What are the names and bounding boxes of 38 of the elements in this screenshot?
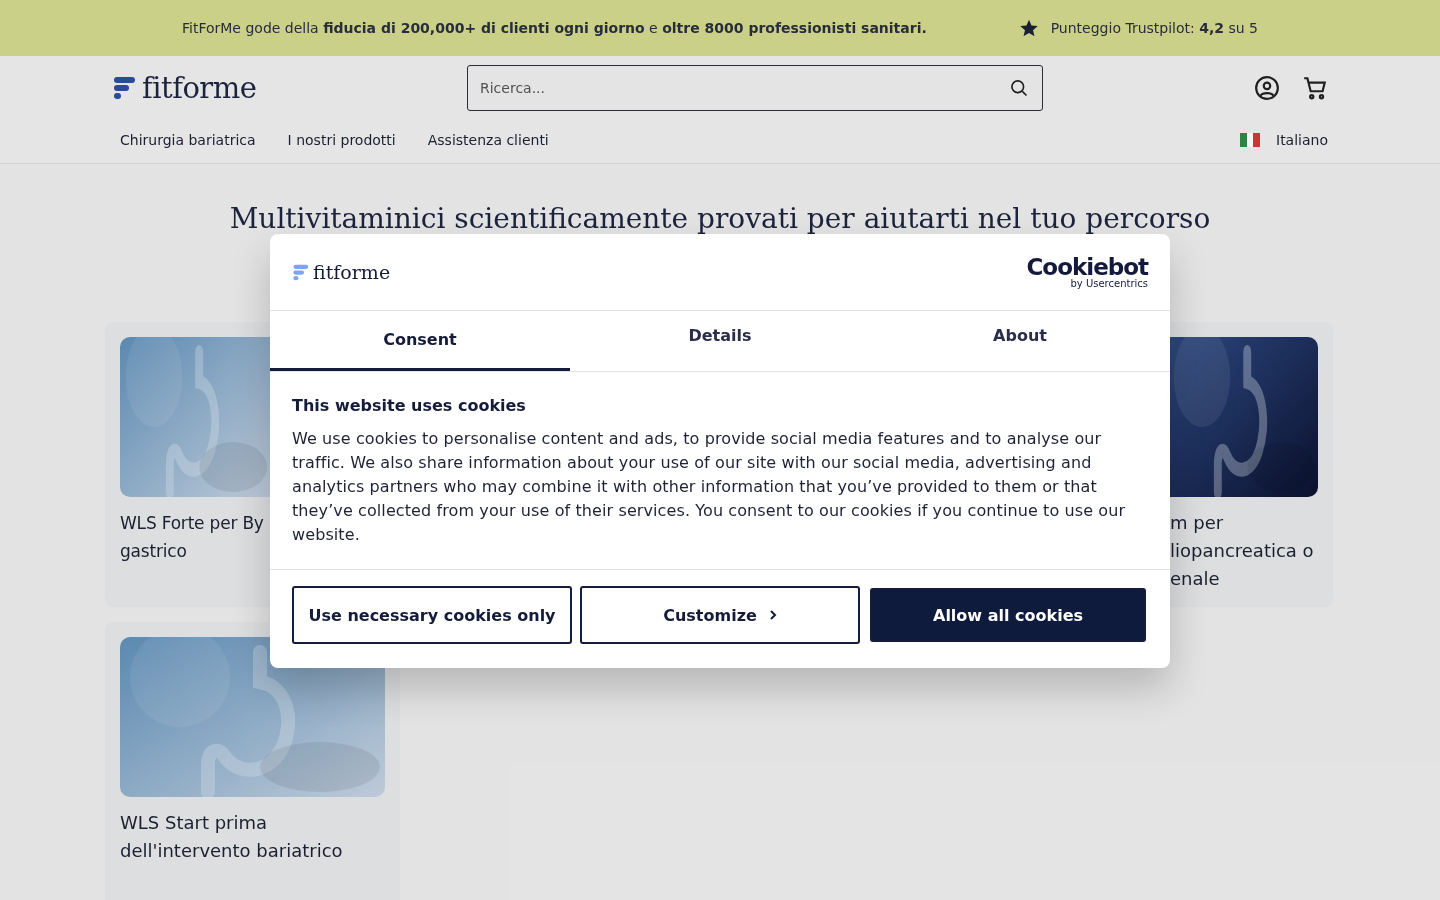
product-title: dell'intervento bariatrico <box>120 839 344 863</box>
star-icon <box>1018 18 1039 38</box>
trustpilot-rating: Punteggio Trustpilot: 4,2 su 5 <box>1050 20 1258 36</box>
product-title: liopancreatica o <box>1170 539 1315 563</box>
product-card[interactable]: m per liopancreatica o enale <box>1168 322 1333 607</box>
customize-button[interactable]: Customize <box>580 586 860 644</box>
dialog-text: We use cookies to personalise content and ads, to provide social media features and to analyse our traffic. We also share information about your use of our site with our social media, advertising and analytics partners who may combine it with other information that you’ve provided to them or that they’ve collected from your use of their services. You consent to our cookies if you continue to use our website. <box>292 428 1127 546</box>
nav-link[interactable]: Assistenza clienti <box>427 132 549 148</box>
allow-all-button[interactable]: Allow all cookies <box>870 588 1146 642</box>
account-icon[interactable] <box>1254 75 1280 101</box>
product-title: WLS Forte per By <box>120 512 265 535</box>
search-icon[interactable] <box>1009 78 1029 98</box>
provider-logo: Cookiebot <box>1026 255 1148 279</box>
language-selector[interactable]: Italiano <box>1276 132 1328 148</box>
italian-flag-icon <box>1240 133 1260 147</box>
dialog-heading: This website uses cookies <box>292 396 527 415</box>
provider-caption: by Usercentrics <box>1070 278 1148 289</box>
product-title: m per <box>1170 511 1225 535</box>
dialog-tab[interactable]: Consent <box>270 311 570 371</box>
brand-logo: fitforme <box>313 261 391 283</box>
dialog-tab[interactable]: About <box>870 311 1170 371</box>
logo-icon <box>112 76 136 100</box>
page-heading: Multivitaminici scientificamente provati per aiutarti nel tuo percorso <box>228 202 1212 236</box>
search-field[interactable]: Ricerca... <box>467 65 1043 111</box>
product-title: WLS Start prima <box>120 811 269 835</box>
necessary-cookies-button[interactable]: Use necessary cookies only <box>292 586 572 644</box>
brand-logo[interactable]: fitforme <box>142 71 257 105</box>
cart-icon[interactable] <box>1302 75 1328 101</box>
nav-link[interactable]: I nostri prodotti <box>287 132 396 148</box>
chevron-right-icon <box>768 609 777 621</box>
dialog-tab[interactable]: Details <box>570 311 870 371</box>
product-title: gastrico <box>120 540 188 563</box>
product-card[interactable]: WLS Start prima dell'intervento bariatrico <box>105 622 400 900</box>
product-title: enale <box>1170 567 1221 591</box>
product-card[interactable]: WLS Forte per By gastrico <box>105 322 270 607</box>
promo-message: FitForMe gode della fiducia di 200,000+ di clienti ogni giorno e oltre 8000 professionisti sanitari. <box>182 20 927 36</box>
nav-link[interactable]: Chirurgia bariatrica <box>120 132 256 148</box>
logo-icon <box>292 263 309 281</box>
